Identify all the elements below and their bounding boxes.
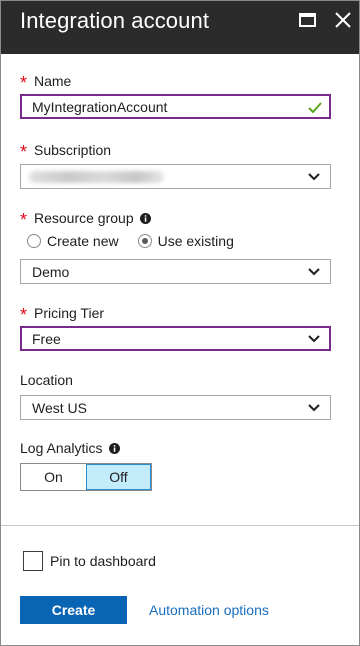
info-icon[interactable] [139,212,151,224]
resource-group-label-row: * Resource group [20,209,151,230]
name-input[interactable]: MyIntegrationAccount [20,94,331,119]
footer-divider [1,525,359,526]
info-icon[interactable] [108,442,120,454]
location-label: Location [20,372,73,388]
chevron-down-icon [308,404,320,412]
subscription-select[interactable] [20,164,331,189]
log-analytics-toggle: On Off [20,463,152,491]
toggle-on[interactable]: On [21,464,86,490]
radio-create-new[interactable] [27,234,41,248]
automation-options-link[interactable]: Automation options [149,602,269,618]
chevron-down-icon [308,335,320,343]
create-button[interactable]: Create [20,596,127,624]
pin-to-dashboard-row: Pin to dashboard [23,551,156,571]
close-button[interactable] [332,9,356,33]
pricing-tier-label-row: * Pricing Tier [20,304,105,325]
resource-group-value: Demo [32,264,70,280]
title-bar: Integration account [1,1,359,54]
log-analytics-label: Log Analytics [20,440,103,456]
pricing-tier-label: Pricing Tier [34,305,105,321]
radio-create-new-label[interactable]: Create new [47,233,119,249]
required-star: * [20,210,28,230]
blade-title: Integration account [20,8,210,33]
location-select[interactable]: West US [20,395,331,420]
checkmark-icon [308,102,322,114]
chevron-down-icon [308,268,320,276]
subscription-label-row: * Subscription [20,141,112,162]
pricing-tier-select[interactable]: Free [20,326,331,351]
subscription-label: Subscription [34,142,112,158]
maximize-button[interactable] [296,9,320,33]
required-star: * [20,142,28,162]
log-analytics-label-row: Log Analytics [20,440,120,456]
name-value: MyIntegrationAccount [32,99,168,115]
maximize-icon [299,13,316,27]
radio-use-existing[interactable] [137,234,152,248]
integration-account-blade: Integration account * Name MyIntegration… [0,0,360,646]
resource-group-select[interactable]: Demo [20,259,331,284]
pin-to-dashboard-checkbox[interactable] [23,551,43,571]
subscription-value-redacted [29,171,164,183]
toggle-off[interactable]: Off [85,464,151,490]
close-icon [335,12,351,28]
name-label: Name [34,73,72,89]
required-star: * [20,73,28,93]
resource-group-label: Resource group [34,210,134,226]
chevron-down-icon [308,173,320,181]
pin-to-dashboard-label[interactable]: Pin to dashboard [50,553,156,569]
resource-group-radio-group: Create new Use existing [27,233,253,249]
pricing-tier-value: Free [32,331,61,347]
location-value: West US [32,400,87,416]
location-label-row: Location [20,372,73,388]
required-star: * [20,305,28,325]
radio-use-existing-label[interactable]: Use existing [158,233,234,249]
name-label-row: * Name [20,72,72,93]
